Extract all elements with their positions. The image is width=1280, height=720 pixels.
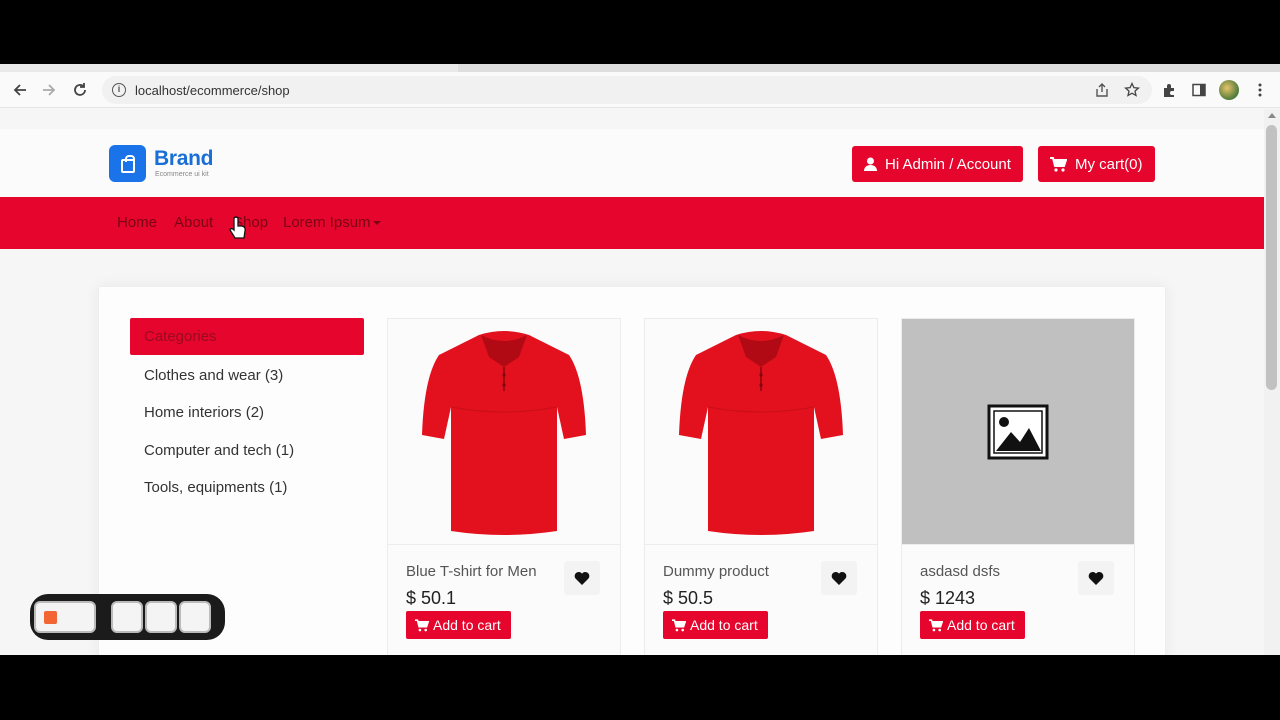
user-icon xyxy=(864,157,877,171)
forward-button[interactable] xyxy=(38,79,60,101)
extensions-icon[interactable] xyxy=(1161,82,1177,98)
url-text: localhost/ecommerce/shop xyxy=(135,82,290,98)
add-to-cart-label: Add to cart xyxy=(690,617,758,633)
scroll-up-icon[interactable] xyxy=(1268,113,1276,118)
product-price: $ 1243 xyxy=(920,588,976,608)
brand-name[interactable]: Brand xyxy=(154,147,213,171)
back-button[interactable] xyxy=(9,79,31,101)
category-item[interactable]: Home interiors (2) xyxy=(144,404,264,421)
heart-icon xyxy=(831,571,847,585)
share-icon[interactable] xyxy=(1094,82,1110,98)
cart-label: My cart(0) xyxy=(1075,155,1143,173)
shop-content-card: Categories Clothes and wear (3) Home int… xyxy=(98,286,1166,655)
arrow-left-icon xyxy=(13,84,26,96)
reload-icon xyxy=(74,83,86,96)
add-to-cart-label: Add to cart xyxy=(433,617,501,633)
favorite-button[interactable] xyxy=(1078,561,1114,595)
brand-logo[interactable] xyxy=(109,145,146,182)
product-name[interactable]: Dummy product xyxy=(663,563,769,580)
caret-down-icon xyxy=(372,221,381,226)
favorite-button[interactable] xyxy=(564,561,600,595)
category-item[interactable]: Clothes and wear (3) xyxy=(144,367,283,384)
record-button[interactable] xyxy=(34,601,96,633)
cart-icon xyxy=(929,618,943,632)
divider xyxy=(902,544,1134,545)
divider xyxy=(645,544,877,545)
category-item[interactable]: Tools, equipments (1) xyxy=(144,479,287,496)
hand-cursor-icon xyxy=(229,216,246,239)
site-header: Brand Ecommerce ui kit Hi Admin / Accoun… xyxy=(0,129,1264,197)
add-to-cart-button[interactable]: Add to cart xyxy=(920,611,1025,639)
product-card[interactable]: Dummy product $ 50.5 Add to cart xyxy=(644,318,878,655)
menu-kebab-icon[interactable] xyxy=(1252,82,1268,98)
page-scrollbar[interactable] xyxy=(1264,109,1280,655)
cart-icon xyxy=(1050,156,1067,172)
overlay-key[interactable] xyxy=(111,601,143,633)
cart-button[interactable]: My cart(0) xyxy=(1038,146,1155,182)
favorite-button[interactable] xyxy=(821,561,857,595)
video-frame: i localhost/ecommerce/shop Brand Ecommer… xyxy=(0,0,1280,720)
reload-button[interactable] xyxy=(69,79,91,101)
product-card[interactable]: asdasd dsfs $ 1243 Add to cart xyxy=(901,318,1135,655)
tab-strip xyxy=(0,64,1280,72)
web-page: Brand Ecommerce ui kit Hi Admin / Accoun… xyxy=(0,109,1264,655)
product-image[interactable] xyxy=(902,319,1134,544)
product-image[interactable] xyxy=(388,319,620,544)
main-navbar: Home About Shop Lorem Ipsum xyxy=(0,197,1264,249)
scrollbar-thumb[interactable] xyxy=(1266,125,1277,390)
browser-toolbar: i localhost/ecommerce/shop xyxy=(0,72,1280,108)
categories-header: Categories xyxy=(130,318,364,355)
tab-strip-bar xyxy=(458,64,1280,72)
add-to-cart-label: Add to cart xyxy=(947,617,1015,633)
cart-icon xyxy=(672,618,686,632)
arrow-right-icon xyxy=(43,84,56,96)
heart-icon xyxy=(1088,571,1104,585)
info-icon[interactable]: i xyxy=(112,83,126,97)
add-to-cart-button[interactable]: Add to cart xyxy=(406,611,511,639)
divider xyxy=(388,544,620,545)
overlay-key[interactable] xyxy=(179,601,211,633)
shopping-bag-icon xyxy=(120,154,135,173)
nav-about[interactable]: About xyxy=(174,214,213,231)
account-label: Hi Admin / Account xyxy=(885,155,1011,173)
product-card[interactable]: Blue T-shirt for Men $ 50.1 Add to cart xyxy=(387,318,621,655)
brand-subtitle: Ecommerce ui kit xyxy=(155,171,209,178)
nav-dropdown-label: Lorem Ipsum xyxy=(283,214,371,231)
profile-avatar[interactable] xyxy=(1219,80,1239,100)
side-panel-icon[interactable] xyxy=(1191,82,1207,98)
overlay-key[interactable] xyxy=(145,601,177,633)
bookmark-star-icon[interactable] xyxy=(1124,81,1140,98)
red-polo-shirt-icon xyxy=(422,330,586,535)
cart-icon xyxy=(415,618,429,632)
image-placeholder-icon xyxy=(987,404,1049,459)
record-icon xyxy=(44,611,57,624)
red-polo-shirt-icon xyxy=(679,330,843,535)
product-price: $ 50.1 xyxy=(406,588,457,608)
nav-dropdown[interactable]: Lorem Ipsum xyxy=(283,214,381,231)
product-price: $ 50.5 xyxy=(663,588,714,608)
category-item[interactable]: Computer and tech (1) xyxy=(144,442,294,459)
nav-home[interactable]: Home xyxy=(117,214,157,231)
address-bar[interactable]: i localhost/ecommerce/shop xyxy=(102,76,1152,104)
product-name[interactable]: Blue T-shirt for Men xyxy=(406,563,537,580)
browser-window: i localhost/ecommerce/shop Brand Ecommer… xyxy=(0,64,1280,655)
add-to-cart-button[interactable]: Add to cart xyxy=(663,611,768,639)
account-button[interactable]: Hi Admin / Account xyxy=(852,146,1023,182)
recorder-overlay[interactable] xyxy=(30,594,225,640)
product-image[interactable] xyxy=(645,319,877,544)
heart-icon xyxy=(574,571,590,585)
product-name[interactable]: asdasd dsfs xyxy=(920,563,1000,580)
